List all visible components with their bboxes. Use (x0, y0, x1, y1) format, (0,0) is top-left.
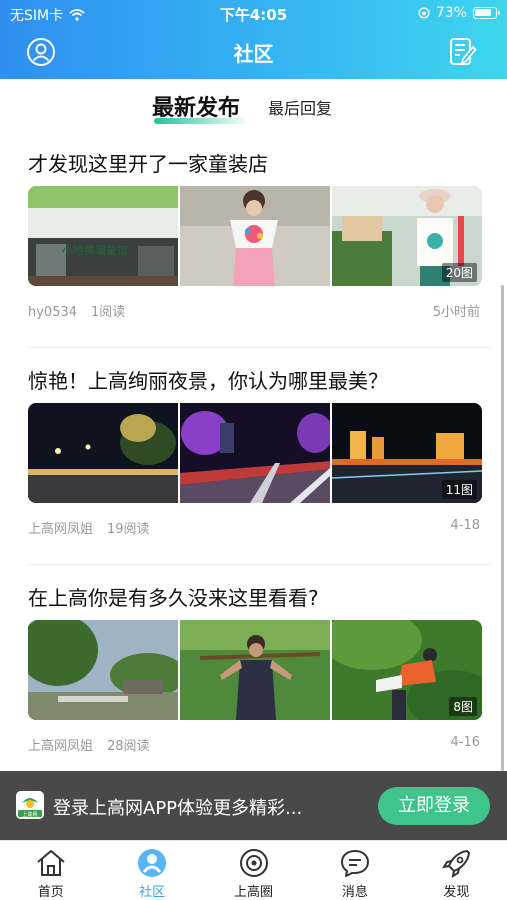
post-title[interactable]: 在上高你是有多久没来这里看看? (28, 582, 319, 611)
divider (28, 564, 490, 565)
tab-latest[interactable]: 最新发布 (152, 90, 240, 122)
scrollbar[interactable] (501, 285, 504, 771)
status-bar: 无SIM卡 下午4:05 73% (0, 0, 507, 26)
battery-percent: 73% (435, 5, 467, 21)
post-image[interactable] (28, 403, 178, 503)
app-logo: 上高网 (16, 791, 44, 819)
post-meta: 上高网凤姐 19阅读 (28, 518, 150, 537)
sort-tabs: 最新发布 最后回复 (0, 80, 507, 130)
post-reads: 28阅读 (107, 739, 150, 754)
tab-discover-label: 发现 (443, 885, 470, 900)
home-icon (37, 850, 65, 876)
tab-messages[interactable]: 消息 (304, 841, 405, 900)
banner-text: 登录上高网APP体验更多精彩... (53, 798, 303, 819)
divider (28, 347, 490, 348)
post-image[interactable]: 小哈佛潮童馆 (28, 186, 178, 286)
image-count-badge: 8图 (449, 697, 477, 716)
post-time: 4-16 (450, 735, 480, 750)
login-banner[interactable]: 上高网 登录上高网APP体验更多精彩... 立即登录 (0, 771, 507, 840)
post-time: 5小时前 (432, 305, 480, 320)
post-images[interactable]: 8图 (28, 620, 482, 720)
post-reads: 19阅读 (107, 522, 150, 537)
status-right: 73% (418, 5, 500, 21)
compose-icon[interactable] (449, 37, 477, 67)
tab-home-label: 首页 (37, 885, 64, 900)
bottom-tab-bar: 首页 社区 上高圈 消息 发现 (0, 840, 507, 900)
discover-icon (442, 850, 471, 878)
tab-community-label: 社区 (139, 885, 166, 900)
post-images[interactable]: 11图 (28, 403, 482, 503)
image-count-badge: 20图 (441, 263, 477, 282)
post-image[interactable]: 8图 (332, 620, 482, 720)
post-image[interactable] (180, 620, 330, 720)
post-author[interactable]: hy0534 (28, 305, 77, 320)
post-image[interactable] (28, 620, 178, 720)
post-title[interactable]: 才发现这里开了一家童装店 (28, 148, 268, 177)
orientation-lock-icon (418, 7, 430, 19)
post-image[interactable] (180, 403, 330, 503)
post-card[interactable]: 在上高你是有多久没来这里看看? 8图 上高网凤姐 28阅读 4-16 (0, 582, 507, 767)
post-reads: 1阅读 (91, 305, 126, 320)
app-logo-text: 上高网 (22, 811, 37, 818)
battery-icon (473, 7, 500, 19)
login-button[interactable]: 立即登录 (378, 787, 490, 825)
post-image[interactable]: 11图 (332, 403, 482, 503)
tab-discover[interactable]: 发现 (406, 841, 507, 900)
post-image[interactable] (180, 186, 330, 286)
tab-circle[interactable]: 上高圈 (203, 841, 304, 900)
post-time: 4-18 (450, 518, 480, 533)
tab-community[interactable]: 社区 (101, 841, 202, 900)
message-icon (340, 850, 369, 877)
page-title: 社区 (233, 42, 274, 66)
post-title[interactable]: 惊艳！上高绚丽夜景，你认为哪里最美？ (28, 365, 388, 394)
store-sign-text: 小哈佛潮童馆 (62, 243, 128, 257)
circle-icon (239, 849, 268, 877)
post-card[interactable]: 才发现这里开了一家童装店 小哈佛潮童馆 20图 hy0534 1阅读 5小时前 (0, 148, 507, 333)
tab-circle-label: 上高圈 (234, 885, 274, 900)
post-author[interactable]: 上高网凤姐 (28, 522, 93, 537)
app-header: 无SIM卡 下午4:05 73% 社区 (0, 0, 507, 79)
tab-messages-label: 消息 (341, 885, 368, 900)
community-icon (138, 849, 167, 877)
post-meta: 上高网凤姐 28阅读 (28, 735, 150, 754)
post-author[interactable]: 上高网凤姐 (28, 739, 93, 754)
post-images[interactable]: 小哈佛潮童馆 20图 (28, 186, 482, 286)
post-card[interactable]: 惊艳！上高绚丽夜景，你认为哪里最美？ 11图 上高网凤姐 19阅读 4-18 (0, 365, 507, 550)
tab-home[interactable]: 首页 (0, 841, 101, 900)
tab-latest-reply[interactable]: 最后回复 (268, 95, 332, 119)
image-count-badge: 11图 (441, 480, 477, 499)
post-meta: hy0534 1阅读 (28, 301, 125, 320)
post-image[interactable]: 20图 (332, 186, 482, 286)
